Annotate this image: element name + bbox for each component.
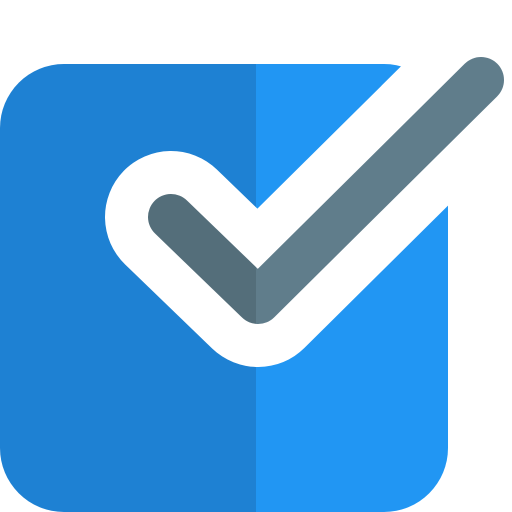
checkbox-checked-icon-svg xyxy=(0,14,512,512)
checkbox-checked-icon xyxy=(0,0,512,512)
